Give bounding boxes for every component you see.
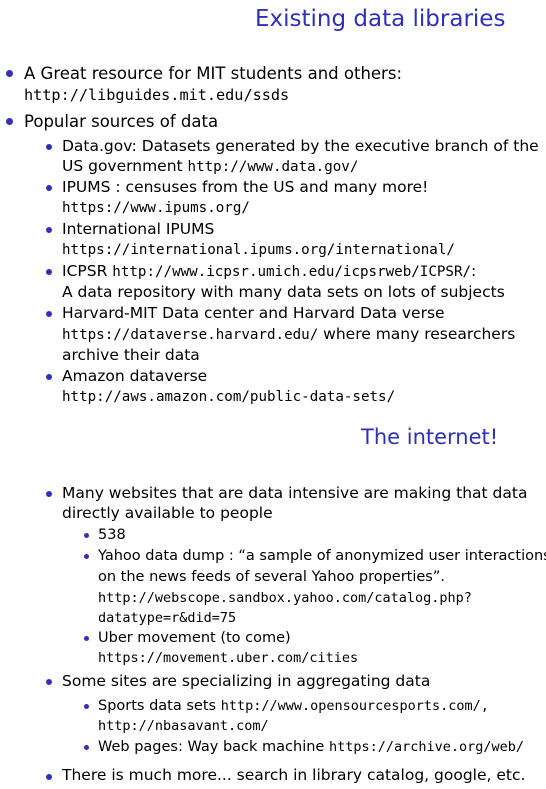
source-datagov-line2: US government http://www.data.gov/ bbox=[62, 156, 358, 178]
sub-yahoo: Yahoo data dump : “a sample of anonymize… bbox=[98, 548, 546, 564]
bullet-icon bbox=[46, 269, 52, 275]
item-mit-resource: A Great resource for MIT students and ot… bbox=[24, 64, 403, 83]
harvard-link[interactable]: https://dataverse.harvard.edu/ bbox=[62, 327, 318, 343]
item-data-intensive-line2: directly available to people bbox=[62, 504, 273, 522]
bullet-icon bbox=[46, 491, 52, 497]
source-harvard-line3: archive their data bbox=[62, 346, 200, 364]
icpsr-link[interactable]: http://www.icpsr.umich.edu/icpsrweb/ICPS… bbox=[112, 264, 471, 280]
sub-538: 538 bbox=[98, 527, 126, 543]
ipums-link[interactable]: https://www.ipums.org/ bbox=[62, 198, 250, 219]
archive-link[interactable]: https://archive.org/web/ bbox=[329, 739, 524, 755]
item-data-intensive: Many websites that are data intensive ar… bbox=[62, 484, 528, 502]
source-harvard: Harvard-MIT Data center and Harvard Data… bbox=[62, 304, 445, 322]
harvard-text2: where many researchers bbox=[318, 325, 516, 343]
datagov-text: US government bbox=[62, 157, 188, 175]
source-icpsr: ICPSR http://www.icpsr.umich.edu/icpsrwe… bbox=[62, 261, 476, 283]
yahoo-link[interactable]: http://webscope.sandbox.yahoo.com/catalo… bbox=[98, 588, 472, 609]
sub-yahoo-line2: on the news feeds of several Yahoo prope… bbox=[98, 569, 445, 585]
bullet-icon bbox=[46, 679, 52, 685]
intl-ipums-link[interactable]: https://international.ipums.org/internat… bbox=[62, 240, 455, 261]
bullet-icon bbox=[6, 70, 13, 77]
bullet-icon bbox=[84, 745, 89, 750]
bullet-icon bbox=[84, 704, 89, 709]
bullet-icon bbox=[84, 533, 89, 538]
bullet-icon bbox=[46, 185, 52, 191]
slide1-title: Existing data libraries bbox=[255, 6, 506, 32]
bullet-icon bbox=[46, 144, 52, 150]
bullet-icon bbox=[84, 636, 89, 641]
sub-webpages: Web pages: Way back machine https://arch… bbox=[98, 737, 524, 758]
sub-sports: Sports data sets http://www.opensourcesp… bbox=[98, 696, 489, 717]
bullet-icon bbox=[46, 774, 52, 780]
icpsr-text: ICPSR bbox=[62, 262, 113, 280]
source-datagov: Data.gov: Datasets generated by the exec… bbox=[62, 137, 539, 155]
datagov-link[interactable]: http://www.data.gov/ bbox=[188, 159, 359, 175]
item-popular-sources: Popular sources of data bbox=[24, 112, 219, 131]
source-harvard-line2: https://dataverse.harvard.edu/ where man… bbox=[62, 324, 515, 346]
item-much-more: There is much more... search in library … bbox=[62, 766, 526, 784]
source-intl-ipums: International IPUMS bbox=[62, 220, 215, 238]
icpsr-colon: : bbox=[471, 262, 477, 280]
source-icpsr-desc: A data repository with many data sets on… bbox=[62, 283, 505, 301]
nbasavant-link[interactable]: http://nbasavant.com/ bbox=[98, 716, 269, 737]
bullet-icon bbox=[84, 554, 89, 559]
yahoo-link-cont[interactable]: datatype=r&did=75 bbox=[98, 608, 236, 629]
amazon-link[interactable]: http://aws.amazon.com/public-data-sets/ bbox=[62, 387, 395, 408]
bullet-icon bbox=[6, 118, 13, 125]
slide2-title: The internet! bbox=[361, 425, 499, 449]
item-aggregating: Some sites are specializing in aggregati… bbox=[62, 672, 431, 690]
webpages-text: Web pages: Way back machine bbox=[98, 739, 329, 755]
bullet-icon bbox=[46, 311, 52, 317]
uber-link[interactable]: https://movement.uber.com/cities bbox=[98, 648, 358, 669]
sports-text: Sports data sets bbox=[98, 698, 221, 714]
bullet-icon bbox=[46, 374, 52, 380]
mit-libguides-link[interactable]: http://libguides.mit.edu/ssds bbox=[24, 85, 289, 106]
source-amazon: Amazon dataverse bbox=[62, 367, 208, 385]
bullet-icon bbox=[46, 227, 52, 233]
sports-link[interactable]: http://www.opensourcesports.com/, bbox=[221, 698, 489, 714]
sub-uber: Uber movement (to come) bbox=[98, 630, 291, 646]
source-ipums: IPUMS : censuses from the US and many mo… bbox=[62, 178, 429, 196]
